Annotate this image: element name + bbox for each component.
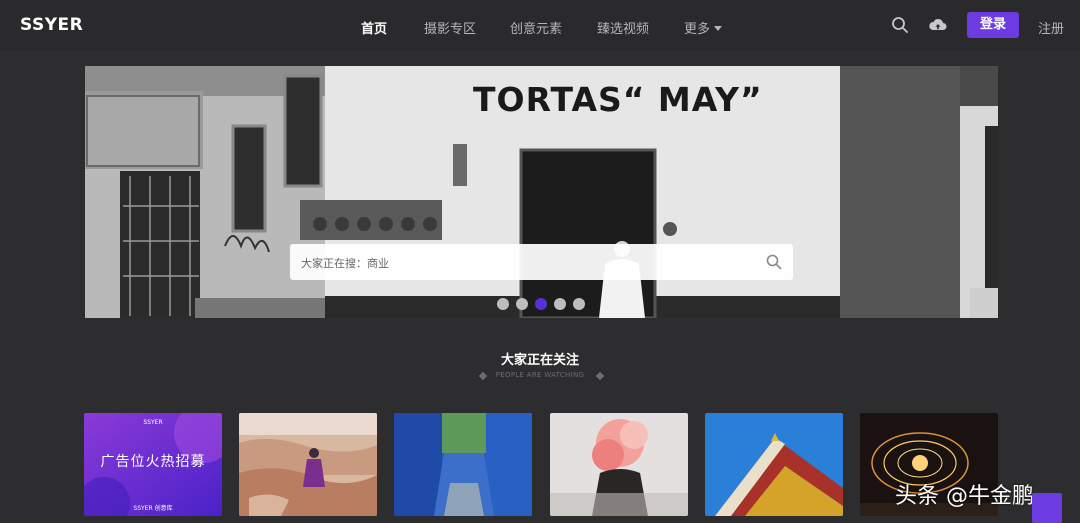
side-toolbar-button[interactable] <box>1032 493 1062 523</box>
nav-more-dropdown[interactable]: 更多 <box>684 18 723 37</box>
thumbnail-desert-hiker[interactable] <box>239 413 377 516</box>
carousel-dot-5[interactable] <box>573 298 585 310</box>
blue-alley-photo <box>394 413 532 516</box>
shop-sign-text: TORTAS“ MAY” <box>473 80 763 119</box>
ad-footer: SSYER 创意库 <box>133 505 173 512</box>
search-placeholder: 大家正在搜：商业 <box>301 257 389 270</box>
carousel-dot-3[interactable] <box>535 298 547 310</box>
nav-more-label: 更多 <box>684 22 711 37</box>
hero-banner[interactable]: TORTAS“ MAY” 大家正在搜：商业 <box>85 66 998 318</box>
cloud-upload-icon[interactable] <box>928 15 948 35</box>
chevron-down-icon <box>714 26 723 31</box>
carousel-dot-4[interactable] <box>554 298 566 310</box>
watermark-text: 头条 @牛金鹏 <box>895 484 1034 509</box>
ad-logo: SSYER <box>143 419 163 426</box>
search-field[interactable]: 大家正在搜：商业 <box>290 244 793 280</box>
thumbnail-pink-smoke[interactable] <box>550 413 688 516</box>
desert-photo <box>239 413 377 516</box>
login-button[interactable]: 登录 <box>967 12 1019 38</box>
top-nav-bar: SSYER 首页 摄影专区 创意元素 臻选视频 更多 登录 注册 <box>0 0 1080 50</box>
temple-roof-photo <box>705 413 843 516</box>
pink-smoke-photo <box>550 413 688 516</box>
thumbnail-ad[interactable]: SSYER 广告位火热招募 SSYER 创意库 <box>84 413 222 516</box>
nav-photography[interactable]: 摄影专区 <box>424 18 476 37</box>
search-icon[interactable] <box>765 253 783 271</box>
thumbnail-temple-roof[interactable] <box>705 413 843 516</box>
carousel-dot-1[interactable] <box>497 298 509 310</box>
nav-selected-videos[interactable]: 臻选视频 <box>597 18 649 37</box>
nav-home[interactable]: 首页 <box>361 18 387 37</box>
site-logo[interactable]: SSYER <box>20 15 83 35</box>
nav-creative-elements[interactable]: 创意元素 <box>510 18 562 37</box>
ad-title: 广告位火热招募 <box>100 454 206 470</box>
section-subtitle: PEOPLE ARE WATCHING <box>495 371 585 379</box>
section-title: 大家正在关注 <box>500 353 579 368</box>
register-link[interactable]: 注册 <box>1038 18 1064 37</box>
search-icon[interactable] <box>890 15 910 35</box>
thumbnail-blue-alley[interactable] <box>394 413 532 516</box>
carousel-dot-2[interactable] <box>516 298 528 310</box>
